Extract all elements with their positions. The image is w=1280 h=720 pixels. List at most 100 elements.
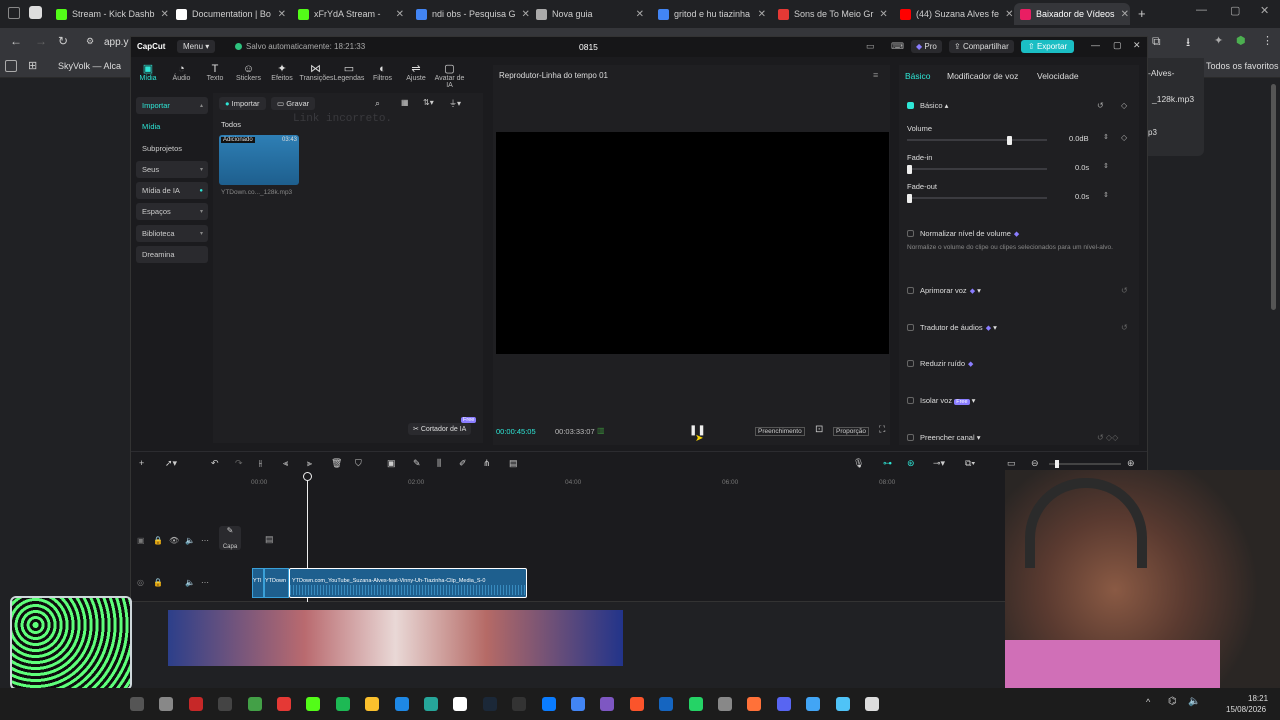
sort-icon[interactable]: ⇅▾ bbox=[423, 98, 434, 107]
browser-tab[interactable]: Documentation | Bo ✕ bbox=[170, 3, 292, 25]
toolbar-tab[interactable]: ⋈ Transições bbox=[300, 63, 334, 82]
tab-close-icon[interactable]: ✕ bbox=[1115, 9, 1129, 20]
clock-time[interactable]: 18:21 bbox=[1248, 694, 1268, 703]
browser-tab[interactable]: Stream - Kick Dashb ✕ bbox=[50, 3, 170, 25]
fill-channel-checkbox[interactable] bbox=[907, 434, 914, 441]
browser-tab[interactable]: gritod e hu tiazinha ✕ bbox=[652, 3, 772, 25]
audio-clip-b[interactable]: YTDown bbox=[264, 568, 289, 598]
audio-lock-icon[interactable]: 🔒 bbox=[153, 578, 163, 587]
fadein-value[interactable]: 0.0s bbox=[1075, 163, 1089, 172]
sidebar-item[interactable]: Espaços ▾ bbox=[136, 203, 208, 221]
filter-all-tab[interactable]: Todos bbox=[221, 120, 241, 129]
page-scrollbar[interactable] bbox=[1271, 84, 1276, 310]
select-tool-icon[interactable]: ➚▾ bbox=[165, 458, 177, 469]
freeze-icon[interactable]: ⋔ bbox=[483, 458, 491, 469]
normalize-checkbox[interactable] bbox=[907, 230, 914, 237]
browser-tab[interactable]: Sons de To Meio Gr ✕ bbox=[772, 3, 892, 25]
fill-channel-toggle[interactable]: Preencher canal ▾ bbox=[907, 433, 980, 442]
link-icon[interactable]: ⊶ bbox=[883, 458, 892, 469]
screenshot-icon[interactable]: ⊡ bbox=[815, 424, 823, 435]
split-right-icon[interactable]: ⫸ bbox=[307, 458, 312, 469]
enhance-voice-toggle[interactable]: Aprimorar voz ◆ ▾ bbox=[907, 286, 981, 295]
tab-close-icon[interactable]: ✕ bbox=[873, 9, 887, 20]
capcut-minimize-icon[interactable]: — bbox=[1091, 40, 1100, 50]
zoom-out-icon[interactable]: ⊖ bbox=[1031, 458, 1039, 469]
volume-knob[interactable] bbox=[1007, 135, 1013, 145]
redo-icon[interactable]: ↷ bbox=[235, 458, 243, 469]
tab-close-icon[interactable]: ✕ bbox=[155, 9, 169, 20]
video-preview[interactable] bbox=[496, 132, 889, 354]
translator-toggle[interactable]: Tradutor de áudios ◆ ▾ bbox=[907, 323, 997, 332]
taskbar-app-icon[interactable] bbox=[718, 697, 732, 711]
basic-section-toggle[interactable]: Básico ▴ bbox=[907, 101, 948, 110]
sidebar-item[interactable]: Importar ▴ bbox=[136, 97, 208, 114]
taskbar-app-icon[interactable] bbox=[512, 697, 527, 711]
taskbar-app-icon[interactable] bbox=[571, 697, 585, 711]
toolbar-tab[interactable]: ☺ Stickers bbox=[233, 63, 265, 82]
project-name[interactable]: 0815 bbox=[579, 42, 598, 52]
volume-keyframe-icon[interactable]: ◇ bbox=[1121, 133, 1127, 142]
noise-toggle[interactable]: Reduzir ruído ◆ bbox=[907, 359, 973, 368]
new-tab-icon[interactable]: + bbox=[1138, 6, 1146, 21]
capcut-maximize-icon[interactable]: ▢ bbox=[1113, 40, 1122, 51]
translator-checkbox[interactable] bbox=[907, 324, 914, 331]
toolbar-tab[interactable]: ✦ Efeitos bbox=[266, 63, 298, 82]
forward-icon[interactable]: → bbox=[35, 34, 47, 48]
reset-icon[interactable]: ↺ bbox=[1097, 101, 1104, 110]
taskbar-app-icon[interactable] bbox=[306, 697, 321, 711]
sidebar-item[interactable]: Mídia de IA ● bbox=[136, 182, 208, 200]
ai-cutter-button[interactable]: ✂ Cortador de IA bbox=[408, 423, 472, 435]
toolbar-tab[interactable]: ▢ Avatar de IA bbox=[434, 63, 466, 89]
sidebar-toggle-icon[interactable] bbox=[5, 60, 17, 72]
all-bookmarks-link[interactable]: Todos os favoritos bbox=[1206, 61, 1279, 71]
taskbar-app-icon[interactable] bbox=[424, 697, 438, 711]
window-minimize-icon[interactable]: — bbox=[1196, 4, 1207, 16]
crop-icon[interactable]: ▣ bbox=[387, 458, 396, 469]
toolbar-tab[interactable]: T Texto bbox=[199, 63, 231, 82]
taskbar-app-icon[interactable] bbox=[159, 697, 174, 711]
media-search-icon[interactable]: ⌕ bbox=[375, 98, 380, 109]
fadein-slider[interactable] bbox=[907, 164, 1047, 174]
share-button[interactable]: ⇪ Compartilhar bbox=[949, 40, 1014, 53]
normalize-toggle[interactable]: Normalizar nível de volume ◆ bbox=[907, 229, 1019, 238]
tab-close-icon[interactable]: ✕ bbox=[516, 9, 530, 20]
toolbar-tab[interactable]: ▣ Mídia bbox=[132, 63, 164, 82]
tab-speed[interactable]: Velocidade bbox=[1037, 71, 1079, 81]
toolbar-tab[interactable]: ⇌ Ajuste bbox=[400, 63, 432, 82]
zoom-slider[interactable] bbox=[1049, 460, 1121, 468]
track-lock-icon[interactable]: ▣ bbox=[137, 536, 145, 545]
fadeout-value[interactable]: 0.0s bbox=[1075, 192, 1089, 201]
browser-tab[interactable]: xFrYdA Stream - ✕ bbox=[292, 3, 410, 25]
taskbar-app-icon[interactable] bbox=[806, 697, 821, 711]
tab-basic[interactable]: Básico bbox=[905, 71, 931, 81]
taskbar-app-icon[interactable] bbox=[130, 697, 144, 711]
noise-checkbox[interactable] bbox=[907, 360, 914, 367]
reload-icon[interactable]: ↻ bbox=[58, 34, 68, 48]
add-track-icon[interactable]: + bbox=[139, 458, 144, 468]
taskbar-app-icon[interactable] bbox=[394, 697, 409, 711]
pro-button[interactable]: ◆ Pro bbox=[911, 40, 942, 53]
equalizer-icon[interactable]: ⫼ bbox=[437, 458, 441, 469]
audio-track-icon[interactable]: ◎ bbox=[137, 578, 144, 587]
download-icon[interactable]: ⭳ bbox=[1186, 33, 1190, 54]
taskbar-app-icon[interactable] bbox=[865, 697, 879, 711]
filter-icon[interactable]: ⏚▾ bbox=[449, 98, 461, 109]
browser-tab[interactable]: ndi obs - Pesquisa G ✕ bbox=[410, 3, 530, 25]
translator-reset-icon[interactable]: ↺ bbox=[1121, 323, 1128, 332]
extension-icon-2[interactable]: ⬢ bbox=[1236, 34, 1246, 47]
layout-icon[interactable]: ▭ bbox=[866, 41, 875, 52]
profile-icon[interactable] bbox=[29, 6, 42, 19]
sidebar-item[interactable]: Biblioteca ▾ bbox=[136, 224, 208, 242]
back-icon[interactable]: ← bbox=[10, 34, 22, 48]
view-icon[interactable]: ▦ bbox=[401, 98, 409, 107]
audio-volume-icon[interactable]: 🔈 bbox=[185, 578, 195, 587]
toolbar-tab[interactable]: ◔ Áudio bbox=[166, 63, 198, 82]
bookmark-skyvolk[interactable]: SkyVolk — Alca bbox=[58, 61, 121, 71]
record-button[interactable]: ▭ Gravar bbox=[271, 97, 316, 110]
taskbar-app-icon[interactable] bbox=[835, 697, 850, 711]
more-menu-icon[interactable]: ⋮ bbox=[1262, 34, 1273, 47]
timeline-view-icon[interactable]: ▭ bbox=[1007, 458, 1016, 469]
isolate-checkbox[interactable] bbox=[907, 397, 914, 404]
taskbar-app-icon[interactable] bbox=[365, 697, 380, 711]
taskbar-app-icon[interactable] bbox=[188, 697, 203, 711]
